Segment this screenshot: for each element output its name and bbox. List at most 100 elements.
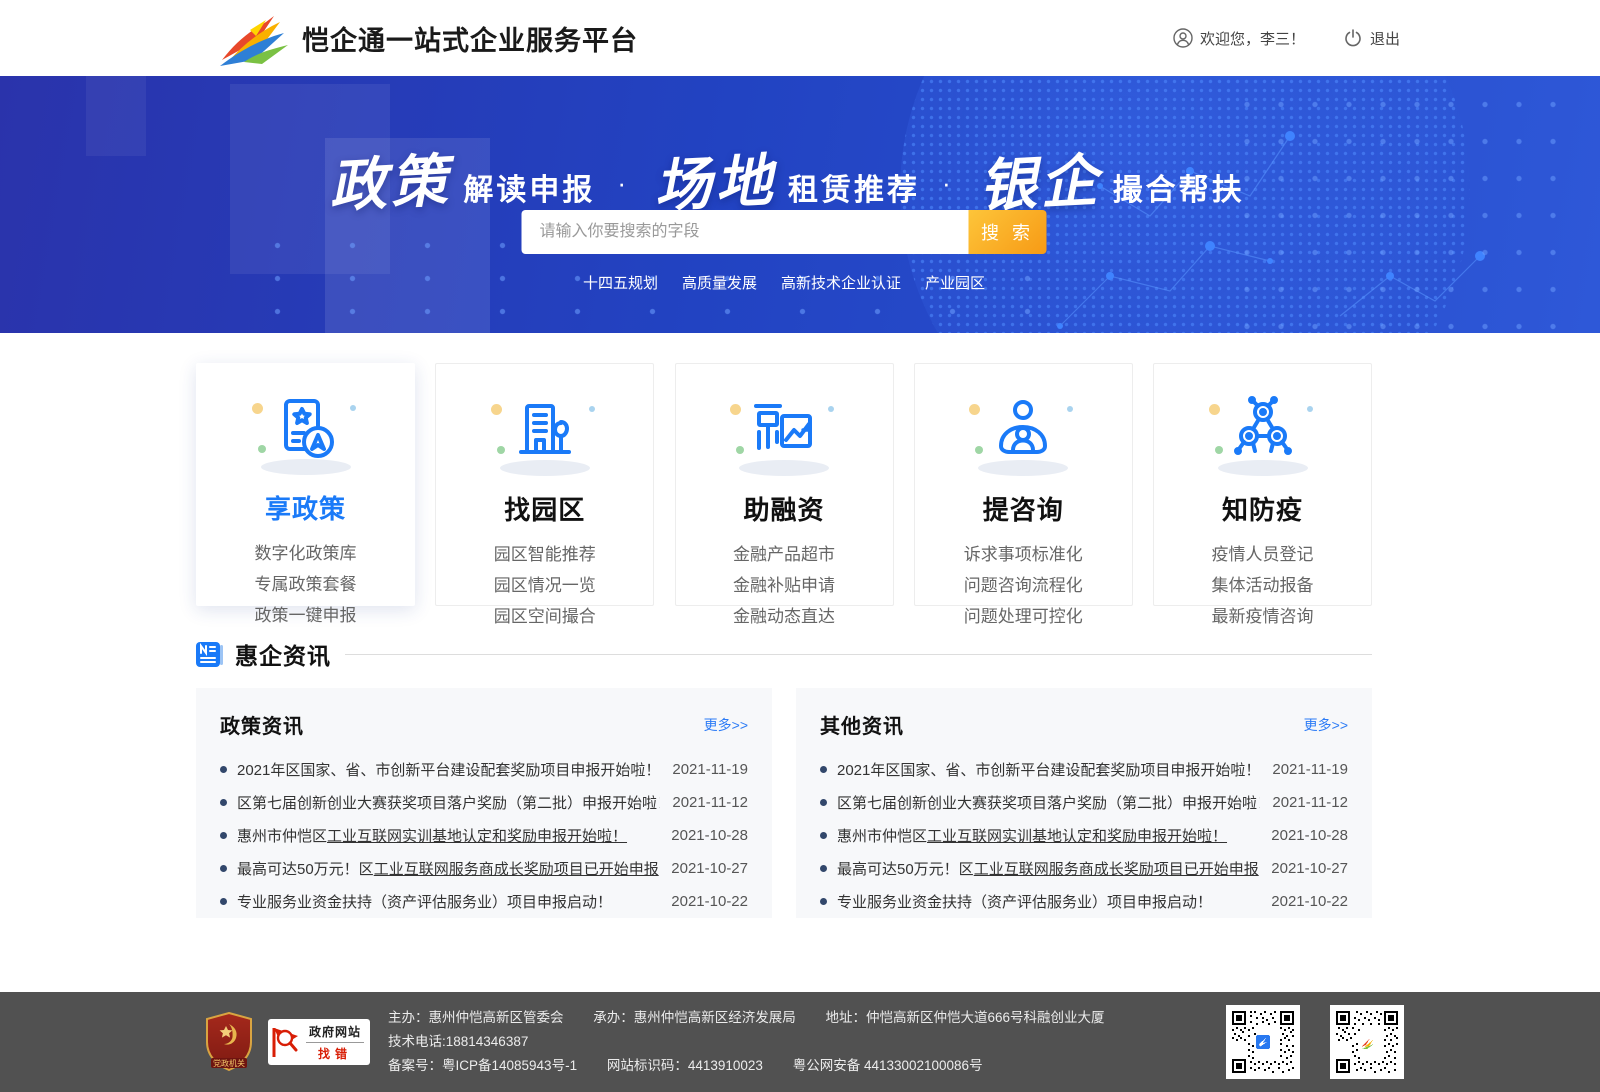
bullet-dot	[820, 865, 827, 872]
qr-code-wechat	[1226, 1005, 1300, 1079]
power-icon	[1343, 28, 1363, 48]
service-card-epidemic[interactable]: 知防疫 疫情人员登记 集体活动报备 最新疫情咨询	[1153, 363, 1372, 606]
page-footer: 党政机关 政府网站 找错 主办：惠州仲恺高新区管委会 承办：惠州仲恺高新区经济发…	[0, 992, 1600, 1092]
news-date: 2021-10-22	[1271, 893, 1348, 910]
site-logo-icon	[214, 10, 288, 66]
gov-badge-line2: 找错	[306, 1043, 364, 1062]
service-item[interactable]: 疫情人员登记	[1154, 539, 1371, 570]
news-item[interactable]: 2021年区国家、省、市创新平台建设配套奖励项目申报开始啦！ 2021-11-1…	[220, 753, 748, 786]
service-title: 提咨询	[915, 490, 1132, 527]
news-date: 2021-10-28	[671, 827, 748, 844]
welcome-wrap: 欢迎您，李三！	[1173, 28, 1305, 49]
service-item[interactable]: 集体活动报备	[1154, 570, 1371, 601]
news-section-title: 惠企资讯	[235, 637, 331, 671]
service-item[interactable]: 园区空间撮合	[436, 601, 653, 632]
slogan-separator: ·	[942, 168, 951, 199]
logout-button[interactable]: 退出	[1343, 28, 1400, 49]
service-item[interactable]: 诉求事项标准化	[915, 539, 1132, 570]
news-item[interactable]: 惠州市仲恺区工业互联网实训基地认定和奖励申报开始啦！ 2021-10-28	[220, 819, 748, 852]
panel-title: 其他资讯	[820, 710, 904, 739]
qr-code-official	[1330, 1005, 1404, 1079]
gov-site-error-badge[interactable]: 政府网站 找错	[268, 1019, 370, 1065]
finance-chart-icon	[736, 390, 832, 476]
service-card-consult[interactable]: 提咨询 诉求事项标准化 问题咨询流程化 问题处理可控化	[914, 363, 1133, 606]
news-date: 2021-10-27	[671, 860, 748, 877]
news-item[interactable]: 专业服务业资金扶持（资产评估服务业）项目申报启动！ 2021-10-22	[820, 885, 1348, 918]
section-divider	[345, 654, 1372, 655]
user-icon	[1173, 28, 1193, 48]
service-title: 享政策	[196, 489, 415, 526]
service-item[interactable]: 金融动态直达	[676, 601, 893, 632]
hot-word-link[interactable]: 高新技术企业认证	[781, 272, 901, 293]
hot-search-words: 十四五规划 高质量发展 高新技术企业认证 产业园区	[196, 272, 1372, 293]
service-item[interactable]: 金融补贴申请	[676, 570, 893, 601]
news-item[interactable]: 2021年区国家、省、市创新平台建设配套奖励项目申报开始啦！ 2021-11-1…	[820, 753, 1348, 786]
news-date: 2021-10-28	[1271, 827, 1348, 844]
footer-site-code: 网站标识码：4413910023	[607, 1058, 763, 1073]
service-item[interactable]: 金融产品超市	[676, 539, 893, 570]
footer-icp: 备案号：粤ICP备14085943号-1	[388, 1058, 577, 1073]
bullet-dot	[220, 865, 227, 872]
gov-badge-line1: 政府网站	[306, 1023, 364, 1043]
service-cards-row: 享政策 数字化政策库 专属政策套餐 政策一键申报 找园区 园区智能推荐 园区情况…	[196, 363, 1372, 606]
footer-info: 主办：惠州仲恺高新区管委会 承办：惠州仲恺高新区经济发展局 地址：仲恺高新区仲恺…	[388, 1006, 1196, 1078]
bullet-dot	[820, 832, 827, 839]
party-gov-badge[interactable]: 党政机关	[204, 1012, 254, 1072]
virus-molecule-icon	[1215, 390, 1311, 476]
bullet-dot	[220, 832, 227, 839]
bullet-dot	[820, 766, 827, 773]
news-item[interactable]: 惠州市仲恺区工业互联网实训基地认定和奖励申报开始啦！ 2021-10-28	[820, 819, 1348, 852]
header-brand[interactable]: 恺企通一站式企业服务平台	[214, 10, 638, 66]
news-date: 2021-11-12	[1272, 794, 1348, 811]
welcome-text: 欢迎您，李三！	[1200, 28, 1305, 49]
news-panels: 政策资讯 更多>> 2021年区国家、省、市创新平台建设配套奖励项目申报开始啦！…	[196, 688, 1372, 918]
service-card-park[interactable]: 找园区 园区智能推荐 园区情况一览 园区空间撮合	[435, 363, 654, 606]
consult-people-icon	[975, 390, 1071, 476]
news-date: 2021-11-19	[672, 761, 748, 778]
news-date: 2021-10-22	[671, 893, 748, 910]
service-title: 找园区	[436, 490, 653, 527]
service-item[interactable]: 园区智能推荐	[436, 539, 653, 570]
footer-phone: 技术电话:18814346387	[388, 1034, 528, 1049]
service-item[interactable]: 问题处理可控化	[915, 601, 1132, 632]
news-item[interactable]: 区第七届创新创业大赛获奖项目落户奖励（第二批）申报开始啦！ 2021-11-12	[820, 786, 1348, 819]
more-link[interactable]: 更多>>	[1304, 715, 1348, 735]
service-item[interactable]: 问题咨询流程化	[915, 570, 1132, 601]
news-item[interactable]: 区第七届创新创业大赛获奖项目落户奖励（第二批）申报开始啦！ 2021-11-12	[220, 786, 748, 819]
hot-word-link[interactable]: 十四五规划	[583, 272, 658, 293]
news-section-header: 惠企资讯	[196, 636, 1372, 672]
search-input[interactable]	[522, 210, 969, 254]
hot-word-link[interactable]: 高质量发展	[682, 272, 757, 293]
news-item[interactable]: 最高可达50万元！区工业互联网服务商成长奖励项目已开始申报 2021-10-27	[820, 852, 1348, 885]
service-item[interactable]: 专属政策套餐	[196, 569, 415, 600]
bullet-dot	[220, 898, 227, 905]
more-link[interactable]: 更多>>	[704, 715, 748, 735]
search-button[interactable]: 搜 索	[969, 210, 1047, 254]
user-area: 欢迎您，李三！ 退出	[1173, 28, 1400, 49]
news-date: 2021-11-12	[672, 794, 748, 811]
service-item[interactable]: 数字化政策库	[196, 538, 415, 569]
site-title: 恺企通一站式企业服务平台	[302, 19, 638, 58]
footer-undertaker: 承办：惠州仲恺高新区经济发展局	[593, 1010, 796, 1025]
top-bar: 恺企通一站式企业服务平台 欢迎您，李三！ 退出	[0, 0, 1600, 76]
industrial-park-icon	[497, 390, 593, 476]
hero-banner: 政策 解读申报 · 场地 租赁推荐 · 银企 撮合帮扶 搜 索 十四五规划 高质…	[0, 76, 1600, 333]
service-card-finance[interactable]: 助融资 金融产品超市 金融补贴申请 金融动态直达	[675, 363, 894, 606]
footer-address: 地址：仲恺高新区仲恺大道666号科融创业大厦	[826, 1010, 1105, 1025]
slogan-calligraphy: 政策	[327, 135, 453, 223]
footer-security-record: 粤公网安备 44133002100086号	[793, 1058, 983, 1073]
svg-text:党政机关: 党政机关	[213, 1058, 245, 1068]
other-news-panel: 其他资讯 更多>> 2021年区国家、省、市创新平台建设配套奖励项目申报开始啦！…	[796, 688, 1372, 918]
bullet-dot	[220, 799, 227, 806]
hot-word-link[interactable]: 产业园区	[925, 272, 985, 293]
service-item[interactable]: 园区情况一览	[436, 570, 653, 601]
news-item[interactable]: 最高可达50万元！区工业互联网服务商成长奖励项目已开始申报 2021-10-27	[220, 852, 748, 885]
bullet-dot	[820, 898, 827, 905]
service-item[interactable]: 政策一键申报	[196, 600, 415, 631]
service-title: 助融资	[676, 490, 893, 527]
news-item[interactable]: 专业服务业资金扶持（资产评估服务业）项目申报启动！ 2021-10-22	[220, 885, 748, 918]
policy-document-icon	[258, 389, 354, 475]
service-card-policy[interactable]: 享政策 数字化政策库 专属政策套餐 政策一键申报	[196, 363, 415, 606]
service-item[interactable]: 最新疫情咨询	[1154, 601, 1371, 632]
bullet-dot	[220, 766, 227, 773]
